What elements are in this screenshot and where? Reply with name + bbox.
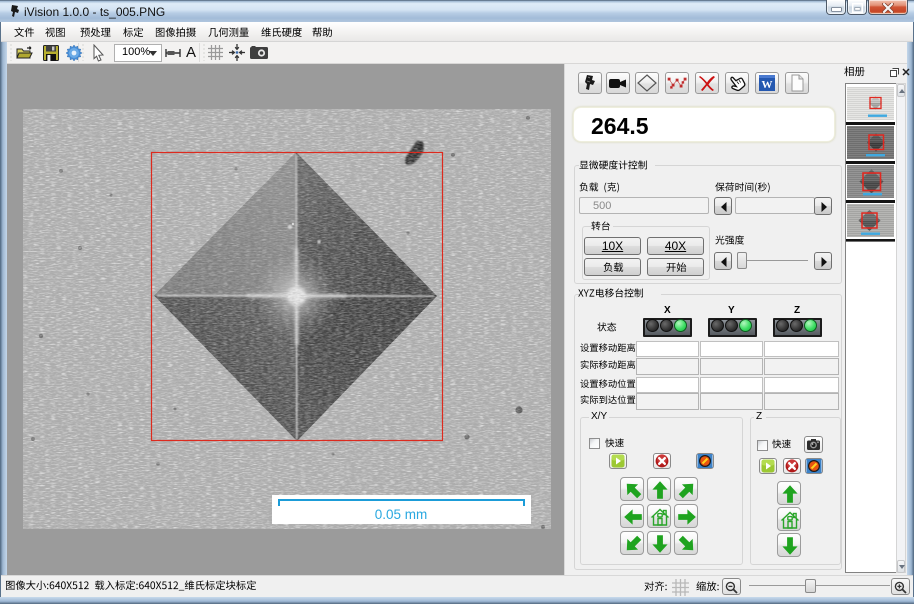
svg-text:0.05 mm: 0.05 mm <box>375 507 428 522</box>
svg-text:W: W <box>762 79 773 91</box>
